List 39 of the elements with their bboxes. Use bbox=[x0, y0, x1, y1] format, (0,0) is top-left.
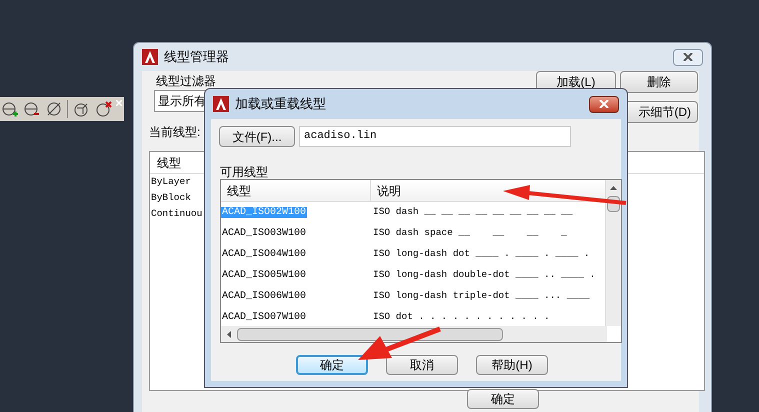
table-cell[interactable]: ACAD_ISO03W100 bbox=[221, 228, 308, 239]
close-button[interactable] bbox=[673, 48, 703, 66]
table-cell-text: ISO dot . . . . . . . . . . . . bbox=[372, 310, 550, 324]
sphere-plus-icon[interactable] bbox=[1, 100, 19, 118]
app-logo-icon bbox=[213, 96, 229, 112]
dialog-button[interactable]: 确定 bbox=[296, 355, 368, 375]
current-linetype-label: 当前线型: bbox=[149, 124, 200, 141]
table-cell-text: ISO long-dash dot ____ . ____ . ____ . bbox=[372, 247, 590, 262]
table-cell[interactable]: ACAD_ISO05W100 bbox=[221, 270, 308, 281]
window-title: 加载或重载线型 bbox=[235, 95, 326, 114]
list-item[interactable]: ByBlock bbox=[150, 190, 191, 206]
dialog-button[interactable]: 取消 bbox=[386, 355, 458, 375]
file-button[interactable]: 文件(F)... bbox=[219, 126, 295, 147]
close-icon bbox=[683, 53, 693, 61]
circle-slash-icon[interactable] bbox=[45, 100, 63, 118]
dialog-button[interactable]: 帮助(H) bbox=[476, 355, 548, 375]
close-button[interactable] bbox=[589, 96, 619, 112]
table-cell-text: ISO dash space __ __ __ _ bbox=[372, 226, 567, 240]
column-header[interactable]: 线型 bbox=[221, 180, 371, 201]
dialog-button[interactable]: 删除 bbox=[620, 71, 698, 93]
horizontal-scrollbar[interactable] bbox=[221, 326, 607, 342]
close-icon bbox=[599, 100, 609, 108]
table-cell-text: ISO dash __ __ __ __ __ __ __ __ __ bbox=[372, 205, 573, 220]
table-cell-text: ISO long-dash triple-dot ____ ... ____ bbox=[372, 289, 590, 304]
ok-button[interactable]: 确定 bbox=[467, 389, 539, 409]
table-cell[interactable]: ACAD_ISO06W100 bbox=[221, 291, 308, 302]
list-item[interactable]: Continuou bbox=[150, 206, 202, 222]
window-title: 线型管理器 bbox=[164, 48, 229, 66]
filter-label: 线型过滤器 bbox=[156, 73, 216, 90]
scroll-up-icon[interactable] bbox=[610, 186, 617, 190]
table-cell[interactable]: ACAD_ISO07W100 bbox=[221, 312, 308, 323]
app-logo-icon bbox=[142, 49, 158, 65]
sphere-minus-icon[interactable] bbox=[23, 100, 41, 118]
scroll-thumb[interactable] bbox=[237, 328, 503, 340]
table-cell-text: ISO long-dash double-dot ____ .. ____ . bbox=[372, 268, 596, 282]
vertical-scrollbar[interactable] bbox=[605, 180, 621, 326]
list-item[interactable]: ByLayer bbox=[150, 174, 191, 190]
file-field[interactable]: acadiso.lin bbox=[299, 126, 571, 147]
table-cell[interactable]: ACAD_ISO04W100 bbox=[221, 249, 308, 260]
